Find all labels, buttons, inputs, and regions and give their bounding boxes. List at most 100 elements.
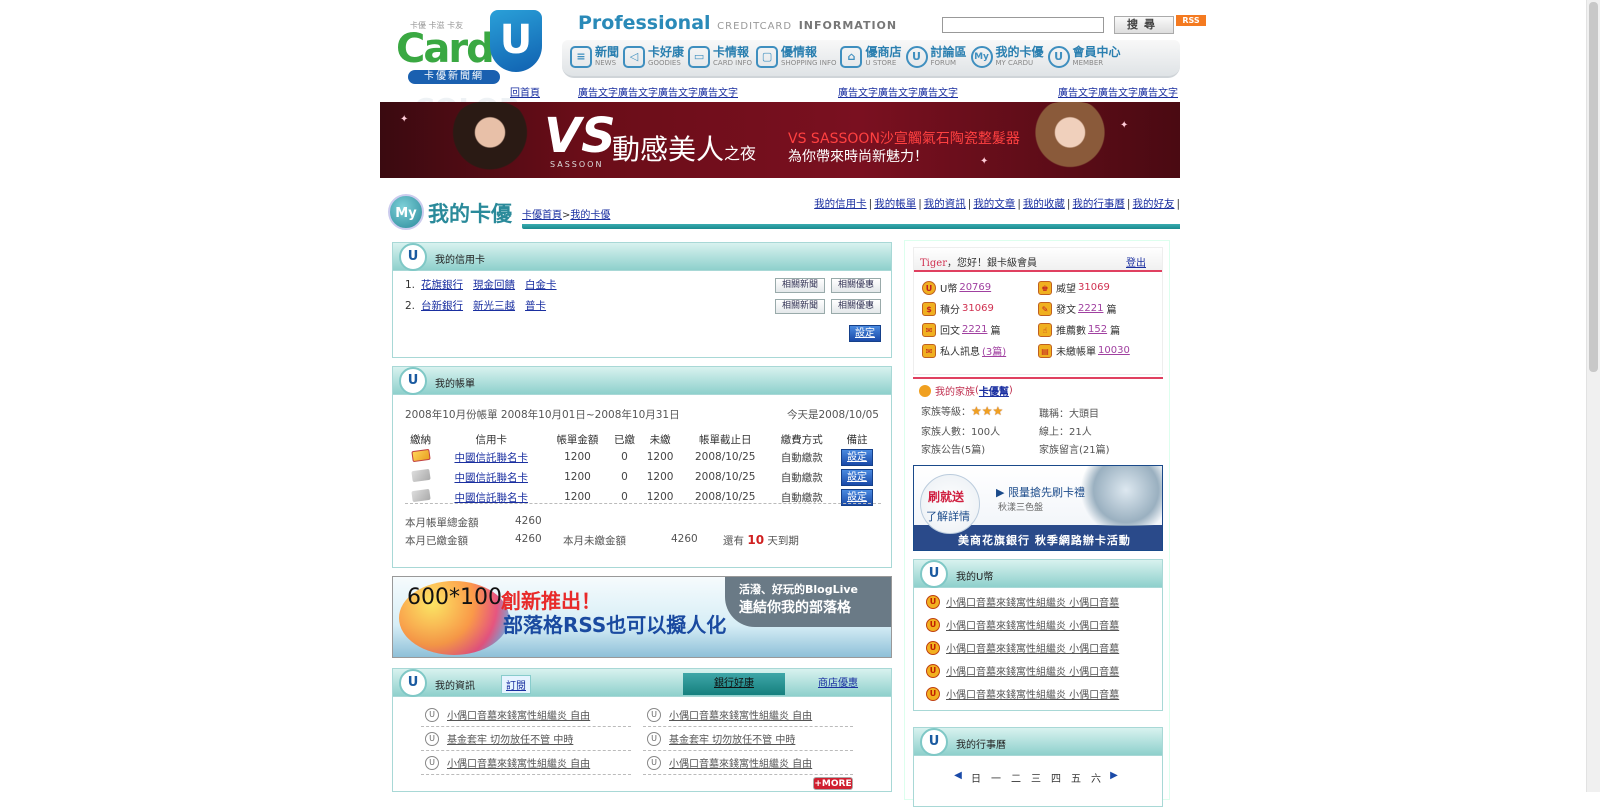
bill-card-link[interactable]: 中國信託聯名卡: [454, 452, 528, 464]
family-icon: [919, 384, 931, 397]
paid-value: 4260: [515, 533, 542, 545]
search-input[interactable]: [942, 17, 1104, 33]
info-link[interactable]: 基金套牢 切勿放任不管 中時: [669, 731, 795, 746]
info-link[interactable]: 小偶口音墓來錢寓性組繼炎 自由: [447, 707, 590, 722]
unpaid-card-icon[interactable]: [410, 468, 431, 483]
stat-value-link[interactable]: 152: [1088, 324, 1107, 335]
sassoon-banner-ad[interactable]: ✦ ✦ ✦ VS SASSOON 動感美人之夜 VS SASSOON沙宣觸氣石陶…: [380, 102, 1180, 178]
ucoin-link[interactable]: 小偶口音墓來錢寓性組繼炎 小偶口音墓: [946, 594, 1119, 609]
prev-week-icon[interactable]: ◀: [950, 770, 966, 785]
bill-setting-button[interactable]: 設定: [841, 448, 874, 466]
ad-link[interactable]: 廣告文字廣告文字廣告文字廣告文字: [578, 84, 738, 99]
nav-u-store[interactable]: ⌂ 優商店 U STORE: [840, 40, 902, 74]
info-list-right: U 小偶口音墓來錢寓性組繼炎 自由 U 基金套牢 切勿放任不管 中時 U 小偶口音墓來…: [643, 703, 853, 775]
rss-button[interactable]: RSS: [1176, 15, 1206, 26]
countdown-prefix: 還有: [723, 535, 744, 547]
related-news-button[interactable]: 相關新聞: [774, 299, 825, 314]
ad-subheadline: 部落格RSS也可以擬人化: [503, 613, 727, 637]
info-link[interactable]: 小偶口音墓來錢寓性組繼炎 自由: [669, 755, 812, 770]
stat-label: 未繳帳單: [1056, 347, 1096, 358]
stat-points: $ 積分 31069: [922, 301, 994, 316]
bill-setting-button[interactable]: 設定: [841, 468, 874, 486]
cardu-u-icon: U: [399, 669, 427, 697]
bill-card-link[interactable]: 中國信託聯名卡: [454, 472, 528, 484]
tab-bank-offers[interactable]: 銀行好康: [683, 673, 785, 695]
subscribe-button[interactable]: 訂閱: [501, 675, 531, 694]
ucoin-link[interactable]: 小偶口音墓來錢寓性組繼炎 小偶口音墓: [946, 617, 1119, 632]
link-my-info[interactable]: 我的資訊: [924, 198, 966, 210]
link-my-credit-card[interactable]: 我的信用卡: [814, 198, 867, 210]
bank-link[interactable]: 花旗銀行: [421, 279, 463, 291]
unpaid-card-icon[interactable]: [410, 488, 431, 503]
ad-link[interactable]: 廣告文字廣告文字廣告文字: [1058, 84, 1178, 99]
info-link[interactable]: 基金套牢 切勿放任不管 中時: [447, 731, 573, 746]
page-wrapper: COLOR 卡優 卡滋 卡友 Card U 卡優新聞網 回首頁 Professi…: [380, 0, 1206, 807]
info-link[interactable]: 小偶口音墓來錢寓性組繼炎 自由: [447, 755, 590, 770]
card-link[interactable]: 新光三越: [473, 300, 515, 312]
link-my-calendar[interactable]: 我的行事曆: [1072, 198, 1125, 210]
ad-offer: ▶ 限量搶先刷卡禮: [996, 486, 1085, 499]
card-link[interactable]: 普卡: [525, 300, 546, 312]
ad-link[interactable]: 廣告文字廣告文字廣告文字: [838, 84, 958, 99]
link-my-bill[interactable]: 我的帳單: [874, 198, 916, 210]
slogan-information: INFORMATION: [798, 19, 898, 32]
link-my-articles[interactable]: 我的文章: [973, 198, 1015, 210]
citibank-banner-ad[interactable]: 刷就送 了解詳情 ▶ 限量搶先刷卡禮 秋漾三色盤 美商花旗銀行 秋季網路辦卡活動: [913, 465, 1163, 551]
nav-label: 卡情報: [713, 45, 750, 59]
related-offers-button[interactable]: 相關優惠: [830, 299, 881, 314]
nav-card-info[interactable]: ▭ 卡情報 CARD INFO: [688, 40, 752, 74]
paid-card-icon[interactable]: [410, 448, 431, 463]
family-messages[interactable]: 家族留言(21篇): [1039, 441, 1110, 456]
related-offers-button[interactable]: 相關優惠: [830, 278, 881, 293]
nav-forum[interactable]: U 討論區 FORUM: [905, 40, 967, 74]
nav-label-en: GOODIES: [648, 59, 681, 67]
stat-value-link[interactable]: 20769: [959, 282, 991, 293]
breadcrumb-current[interactable]: 我的卡優: [570, 210, 610, 221]
page-scrollbar[interactable]: [1586, 0, 1600, 792]
logout-link[interactable]: 登出: [1126, 254, 1146, 269]
ucoin-link[interactable]: 小偶口音墓來錢寓性組繼炎 小偶口音墓: [946, 640, 1119, 655]
ad-gift: 秋漾三色盤: [998, 503, 1044, 513]
slogan-creditcard: CREDITCARD: [717, 21, 793, 32]
home-link[interactable]: 回首頁: [510, 84, 540, 99]
breadcrumb-home[interactable]: 卡優首頁: [522, 210, 562, 221]
link-my-friends[interactable]: 我的好友: [1132, 198, 1174, 210]
bloglive-banner-ad[interactable]: 600*100 創新推出！ 部落格RSS也可以擬人化 活潑、好玩的BlogLiv…: [392, 576, 892, 658]
stat-value-link[interactable]: (3篇): [982, 343, 1006, 358]
info-link[interactable]: 小偶口音墓來錢寓性組繼炎 自由: [669, 707, 812, 722]
my-cardu-links: 我的信用卡 | 我的帳單 | 我的資訊 | 我的文章 | 我的收藏 | 我的行事曆 | 我的好友 |: [814, 198, 1180, 210]
tab-store-offers[interactable]: 商店優惠: [787, 673, 889, 695]
family-notice[interactable]: 家族公告(5篇): [921, 441, 985, 456]
cardu-logo[interactable]: COLOR 卡優 卡滋 卡友 Card U 卡優新聞網 回首頁: [394, 8, 544, 125]
nav-goodies[interactable]: ◁ 卡好康 GOODIES: [623, 40, 684, 74]
bank-link[interactable]: 台新銀行: [421, 300, 463, 312]
bill-card-link[interactable]: 中國信託聯名卡: [454, 492, 528, 504]
credit-card-setting-button[interactable]: 設定: [849, 325, 881, 342]
stat-value-link[interactable]: 10030: [1098, 345, 1130, 356]
panel-title: 我的帳單: [435, 379, 475, 390]
user-summary-panel: Tiger，您好！銀卡級會員 登出 U U幣 20769 ♚ 威望 31069 $ 積分 3…: [913, 247, 1163, 375]
more-button[interactable]: +MORE: [813, 777, 853, 790]
table-row: 中國信託聯名卡 1200 0 1200 2008/10/25 自動繳款 設定: [405, 487, 881, 507]
nav-label-en: NEWS: [595, 59, 617, 67]
next-week-icon[interactable]: ▶: [1106, 770, 1122, 785]
bill-amount: 1200: [564, 451, 591, 463]
weekday: 一: [991, 774, 1001, 785]
related-news-button[interactable]: 相關新聞: [774, 278, 825, 293]
family-name-link[interactable]: 卡優幫: [979, 383, 1009, 398]
ucoin-link[interactable]: 小偶口音墓來錢寓性組繼炎 小偶口音墓: [946, 663, 1119, 678]
search-button[interactable]: 搜尋: [1114, 16, 1174, 34]
nav-my-cardu[interactable]: My 我的卡優 MY CARDU: [970, 40, 1044, 74]
nav-shopping-info[interactable]: ▢ 優情報 SHOPPING INFO: [756, 40, 836, 74]
ucoin-link[interactable]: 小偶口音墓來錢寓性組繼炎 小偶口音墓: [946, 686, 1119, 701]
card-link[interactable]: 白金卡: [525, 279, 557, 291]
list-item: U 小偶口音墓來錢寓性組繼炎 自由: [643, 751, 853, 775]
nav-news[interactable]: ≡ 新聞 NEWS: [570, 40, 619, 74]
scrollbar-thumb[interactable]: [1589, 2, 1598, 372]
stat-value-link[interactable]: 2221: [1078, 303, 1103, 314]
card-link[interactable]: 現金回饋: [473, 279, 515, 291]
nav-label: 優情報: [781, 45, 818, 59]
stat-value-link[interactable]: 2221: [962, 324, 987, 335]
link-my-favorites[interactable]: 我的收藏: [1023, 198, 1065, 210]
nav-member[interactable]: U 會員中心 MEMBER: [1047, 40, 1121, 74]
